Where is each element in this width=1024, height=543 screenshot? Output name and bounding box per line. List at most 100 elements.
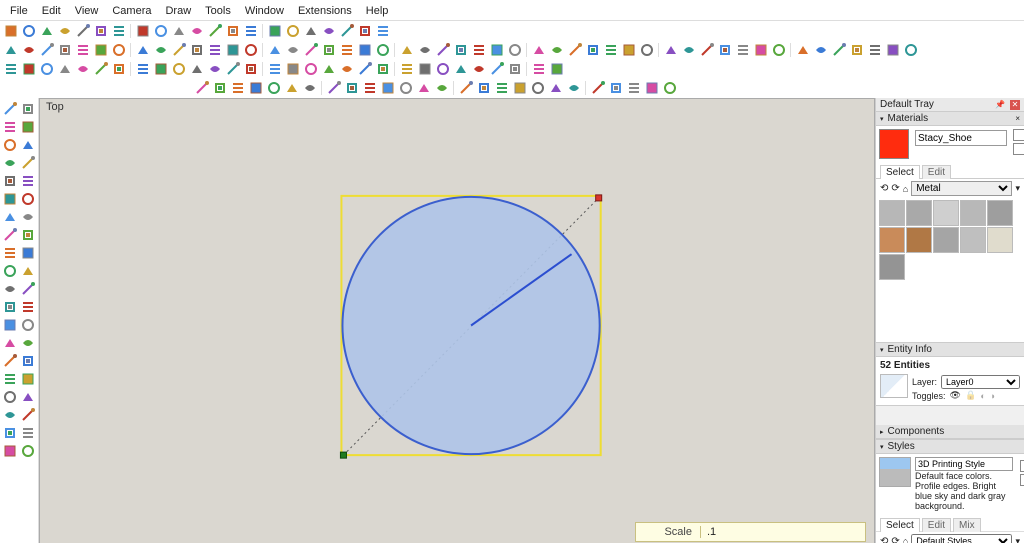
toolbar-button[interactable]: [19, 208, 36, 225]
toolbar-button[interactable]: [266, 42, 283, 59]
toolbar-button[interactable]: [1, 352, 18, 369]
material-swatch[interactable]: [960, 227, 986, 253]
toolbar-button[interactable]: [716, 42, 733, 59]
toolbar-button[interactable]: [1, 136, 18, 153]
toolbar-button[interactable]: [19, 334, 36, 351]
toolbar-button[interactable]: [452, 42, 469, 59]
toolbar-button[interactable]: [602, 42, 619, 59]
toolbar-button[interactable]: [188, 42, 205, 59]
toolbar-button[interactable]: [1, 226, 18, 243]
viewport[interactable]: Top Scale .1: [39, 98, 875, 543]
materials-tab-select[interactable]: Select: [880, 165, 920, 179]
material-category-select[interactable]: Metal: [911, 181, 1012, 196]
toolbar-button[interactable]: [548, 61, 565, 78]
toolbar-button[interactable]: [662, 42, 679, 59]
toolbar-button[interactable]: [134, 61, 151, 78]
toolbar-button[interactable]: [19, 442, 36, 459]
toolbar-button[interactable]: [475, 80, 492, 97]
toolbar-button[interactable]: [193, 80, 210, 97]
toolbar-button[interactable]: [211, 80, 228, 97]
scale-grip-target[interactable]: [596, 195, 602, 201]
home-icon[interactable]: ⌂: [903, 184, 908, 194]
toolbar-button[interactable]: [325, 80, 342, 97]
menu-view[interactable]: View: [69, 4, 105, 18]
toolbar-button[interactable]: [493, 80, 510, 97]
forward-icon[interactable]: ⟳: [891, 183, 899, 194]
material-swatch[interactable]: [906, 200, 932, 226]
tray-close-icon[interactable]: ✕: [1010, 100, 1020, 110]
toolbar-button[interactable]: [374, 61, 391, 78]
entity-info-header[interactable]: ▾ Entity Info: [876, 343, 1024, 357]
toolbar-button[interactable]: [1, 406, 18, 423]
menu-help[interactable]: Help: [360, 4, 395, 18]
toolbar-button[interactable]: [266, 23, 283, 40]
toolbar-button[interactable]: [470, 61, 487, 78]
toolbar-button[interactable]: [415, 80, 432, 97]
toolbar-button[interactable]: [302, 61, 319, 78]
toolbar-button[interactable]: [229, 80, 246, 97]
toolbar-button[interactable]: [320, 23, 337, 40]
toggle-visible-icon[interactable]: 👁: [950, 390, 961, 401]
toolbar-button[interactable]: [266, 61, 283, 78]
toolbar-button[interactable]: [1, 442, 18, 459]
toolbar-button[interactable]: [134, 23, 151, 40]
toolbar-button[interactable]: [74, 23, 91, 40]
toolbar-button[interactable]: [206, 23, 223, 40]
toolbar-button[interactable]: [302, 42, 319, 59]
toolbar-button[interactable]: [356, 61, 373, 78]
toolbar-button[interactable]: [1, 370, 18, 387]
material-swatch[interactable]: [987, 200, 1013, 226]
toolbar-button[interactable]: [1, 316, 18, 333]
materials-header[interactable]: ▾ Materials ×: [876, 112, 1024, 126]
toolbar-button[interactable]: [188, 61, 205, 78]
toolbar-button[interactable]: [19, 190, 36, 207]
toolbar-button[interactable]: [434, 42, 451, 59]
toolbar-button[interactable]: [638, 42, 655, 59]
toolbar-button[interactable]: [1, 190, 18, 207]
toolbar-button[interactable]: [488, 42, 505, 59]
circle-face[interactable]: [342, 197, 599, 454]
toolbar-button[interactable]: [1, 424, 18, 441]
toolbar-button[interactable]: [2, 61, 19, 78]
details-icon[interactable]: ▾: [1015, 536, 1020, 543]
sample-paint-icon[interactable]: [1013, 143, 1024, 155]
back-icon[interactable]: ⟲: [880, 183, 888, 194]
material-swatch[interactable]: [933, 227, 959, 253]
toolbar-button[interactable]: [170, 23, 187, 40]
menu-tools[interactable]: Tools: [199, 4, 237, 18]
toolbar-button[interactable]: [38, 42, 55, 59]
toolbar-button[interactable]: [19, 370, 36, 387]
toolbar-button[interactable]: [661, 80, 678, 97]
forward-icon[interactable]: ⟳: [891, 536, 899, 543]
toolbar-button[interactable]: [224, 61, 241, 78]
toolbar-button[interactable]: [206, 61, 223, 78]
toolbar-button[interactable]: [457, 80, 474, 97]
toolbar-button[interactable]: [284, 23, 301, 40]
toolbar-button[interactable]: [565, 80, 582, 97]
toolbar-button[interactable]: [265, 80, 282, 97]
toolbar-button[interactable]: [397, 80, 414, 97]
toggle-lock-icon[interactable]: 🔒: [965, 390, 976, 401]
toolbar-button[interactable]: [379, 80, 396, 97]
toolbar-button[interactable]: [302, 23, 319, 40]
toolbar-button[interactable]: [338, 61, 355, 78]
toolbar-button[interactable]: [529, 80, 546, 97]
toolbar-button[interactable]: [566, 42, 583, 59]
toolbar-button[interactable]: [530, 42, 547, 59]
toolbar-button[interactable]: [224, 23, 241, 40]
menu-draw[interactable]: Draw: [159, 4, 197, 18]
toolbar-button[interactable]: [452, 61, 469, 78]
toolbar-button[interactable]: [1, 208, 18, 225]
toolbar-button[interactable]: [374, 42, 391, 59]
styles-tab-mix[interactable]: Mix: [953, 518, 981, 532]
toolbar-button[interactable]: [1, 388, 18, 405]
toolbar-button[interactable]: [1, 262, 18, 279]
style-preview[interactable]: [879, 457, 911, 487]
toolbar-button[interactable]: [1, 298, 18, 315]
toolbar-button[interactable]: [19, 244, 36, 261]
toolbar-button[interactable]: [1, 172, 18, 189]
toolbar-button[interactable]: [506, 42, 523, 59]
toolbar-button[interactable]: [134, 42, 151, 59]
panel-close-icon[interactable]: ×: [1015, 114, 1020, 123]
toolbar-button[interactable]: [38, 23, 55, 40]
